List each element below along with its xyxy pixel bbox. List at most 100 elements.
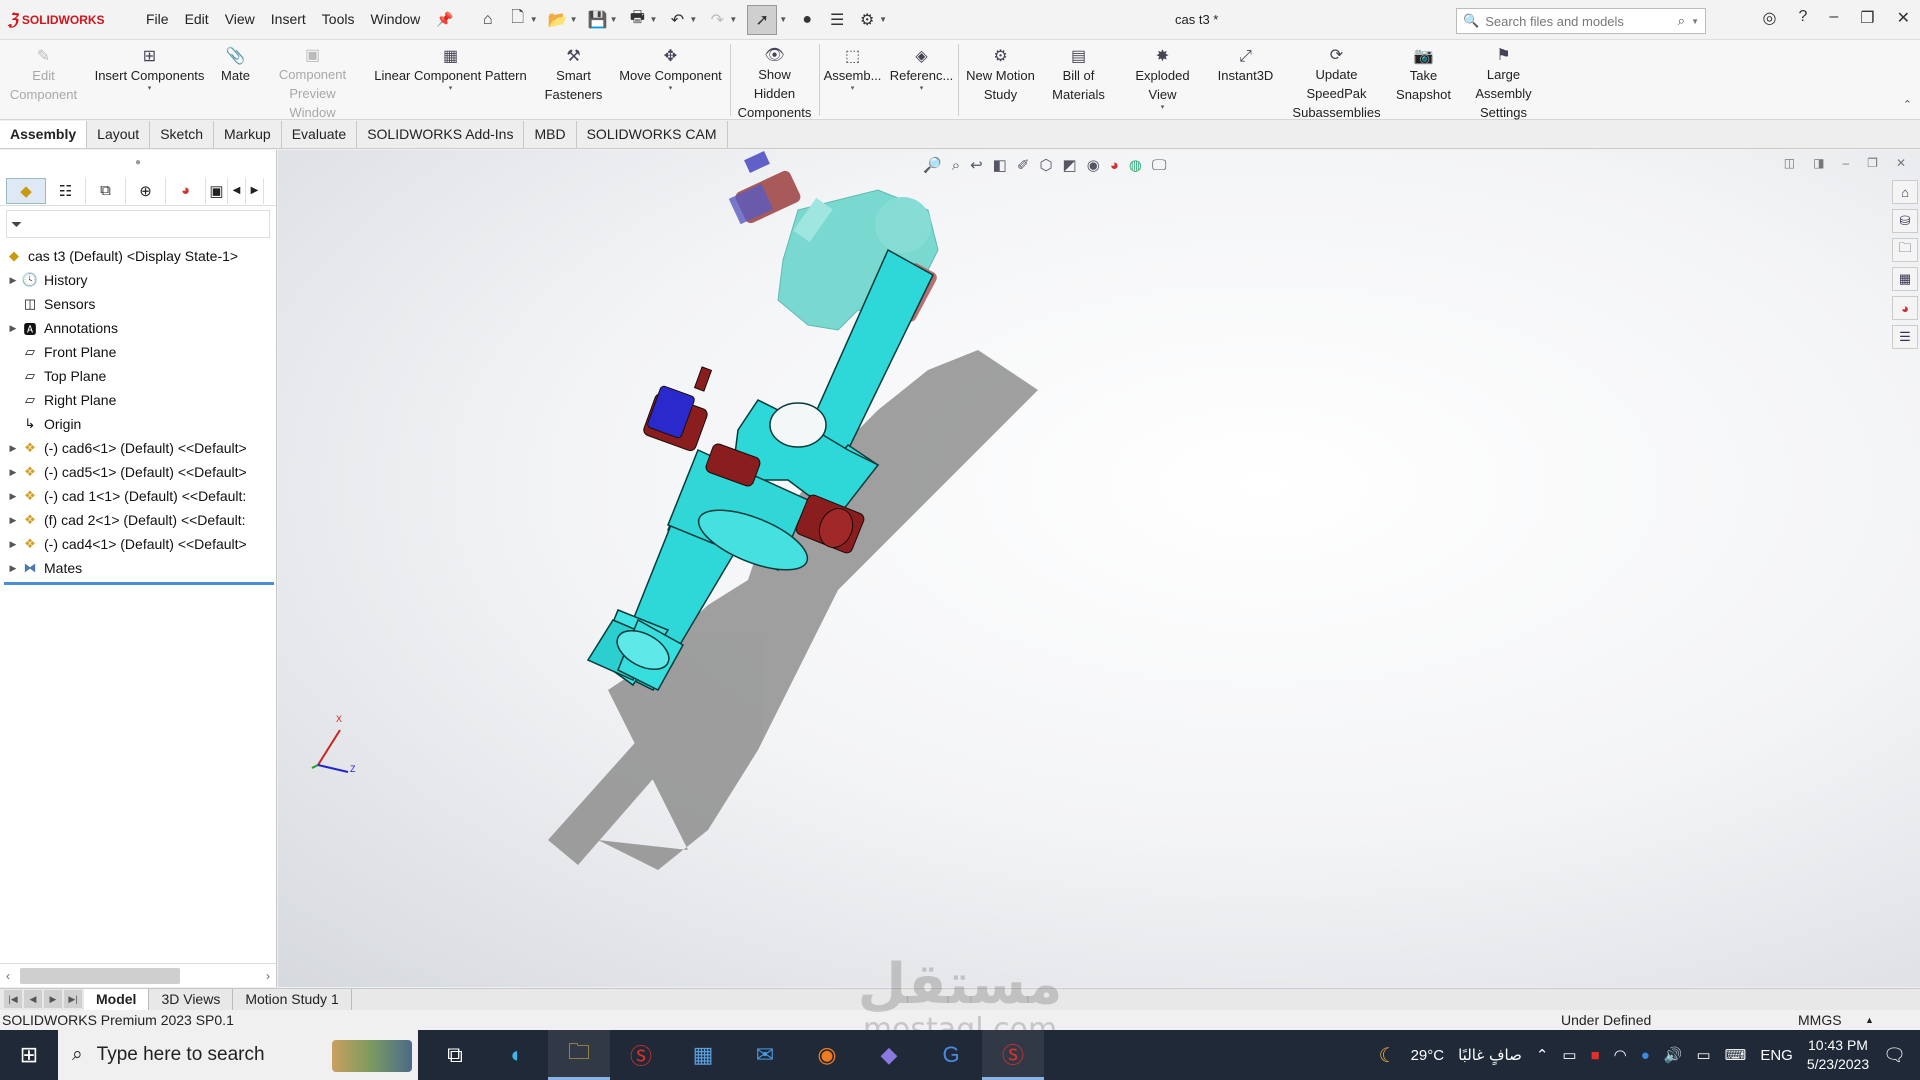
tree-filter[interactable]: ⏷	[6, 210, 270, 238]
google-translate-icon[interactable]: G	[920, 1030, 982, 1080]
ribbon-collapse-icon[interactable]: ⌃	[1903, 98, 1912, 111]
select-dropdown-icon[interactable]: ▼	[779, 15, 787, 24]
tab-model[interactable]: Model	[84, 989, 150, 1010]
tab-layout[interactable]: Layout	[87, 121, 151, 148]
options-dropdown-icon[interactable]: ▼	[879, 15, 887, 24]
assembly-features-button[interactable]: ⬚ Assemb... ▾	[820, 40, 886, 120]
options-gear-icon[interactable]: ⚙	[857, 10, 877, 30]
new-motion-study-button[interactable]: ⚙ New Motion Study	[959, 40, 1043, 120]
keyboard-icon[interactable]: ⌨	[1725, 1046, 1747, 1064]
exploded-view-button[interactable]: ✸ Exploded View ▾	[1115, 40, 1211, 120]
input-language[interactable]: ENG	[1760, 1047, 1793, 1064]
tabs-right-arrow-icon[interactable]: ▶	[246, 177, 264, 204]
tree-node-history[interactable]: ▶ 🕓 History	[0, 268, 276, 292]
expand-arrow-icon[interactable]: ▶	[6, 323, 20, 334]
exploded-view-dropdown-icon[interactable]: ▾	[1161, 104, 1165, 112]
filter-funnel-icon[interactable]: ⏷	[11, 216, 22, 233]
property-manager-tab-icon[interactable]: ☷	[46, 177, 86, 204]
expand-arrow-icon[interactable]: ▶	[6, 443, 20, 454]
move-component-button[interactable]: ✥ Move Component ▾	[612, 40, 730, 120]
weather-condition[interactable]: صافٍ غالبًا	[1458, 1046, 1522, 1064]
menu-window[interactable]: Window	[362, 11, 428, 28]
tree-root-assembly[interactable]: ◆ cas t3 (Default) <Display State-1>	[0, 244, 276, 268]
menu-file[interactable]: File	[138, 11, 177, 28]
tree-node-top-plane[interactable]: ▱ Top Plane	[0, 364, 276, 388]
minimize-icon[interactable]: –	[1829, 8, 1838, 28]
configuration-manager-tab-icon[interactable]: ⧉	[86, 177, 126, 204]
solidworks-tray-icon[interactable]: ■	[1591, 1047, 1600, 1064]
tab-mbd[interactable]: MBD	[524, 121, 577, 148]
tree-horizontal-scrollbar[interactable]: ‹ ›	[0, 963, 276, 987]
select-pointer-icon[interactable]: ➚	[747, 4, 778, 35]
tab-motion-study-1[interactable]: Motion Study 1	[233, 989, 352, 1010]
move-component-dropdown-icon[interactable]: ▾	[669, 85, 673, 93]
solidworks-launcher-icon[interactable]: Ⓢ	[610, 1030, 672, 1080]
scrollbar-thumb[interactable]	[20, 967, 180, 984]
solidworks-2023-taskbar-icon[interactable]: Ⓢ	[982, 1030, 1044, 1080]
linear-component-pattern-button[interactable]: ▦ Linear Component Pattern ▾	[366, 40, 536, 120]
display-manager-tab-icon[interactable]: ◕	[166, 177, 206, 204]
undo-icon[interactable]: ↶	[667, 10, 687, 30]
menu-edit[interactable]: Edit	[177, 11, 217, 28]
open-folder-icon[interactable]: 📂	[548, 10, 568, 30]
expand-arrow-icon[interactable]: ▶	[6, 491, 20, 502]
redo-dropdown-icon[interactable]: ▼	[729, 15, 737, 24]
tree-node-sensors[interactable]: ◫ Sensors	[0, 292, 276, 316]
cam-tab-icon[interactable]: ▣	[206, 177, 228, 204]
reference-geometry-button[interactable]: ◈ Referenc... ▾	[886, 40, 958, 120]
tree-node-cad5[interactable]: ▶ ❖ (-) cad5<1> (Default) <<Default>	[0, 460, 276, 484]
print-icon[interactable]: 🖶	[627, 9, 647, 30]
show-hidden-tray-icon[interactable]: ⌃	[1536, 1046, 1549, 1064]
firefox-icon[interactable]: ◉	[796, 1030, 858, 1080]
prev-tab-icon[interactable]: ◀	[24, 989, 42, 1008]
taskbar-search-box[interactable]: ⌕ Type here to search	[58, 1030, 418, 1080]
expand-arrow-icon[interactable]: ▶	[6, 539, 20, 550]
last-tab-icon[interactable]: ▶|	[64, 989, 82, 1008]
take-snapshot-button[interactable]: 📷 Take Snapshot	[1393, 40, 1455, 120]
save-icon[interactable]: 💾	[588, 10, 608, 30]
tree-node-cad4[interactable]: ▶ ❖ (-) cad4<1> (Default) <<Default>	[0, 532, 276, 556]
onedrive-icon[interactable]: ●	[1641, 1047, 1650, 1064]
scroll-left-icon[interactable]: ‹	[6, 969, 10, 983]
help-icon[interactable]: ?	[1798, 8, 1807, 28]
teams-icon[interactable]: ◆	[858, 1030, 920, 1080]
network-icon[interactable]: ◠	[1614, 1046, 1627, 1064]
battery-icon[interactable]: ▭	[1696, 1046, 1710, 1064]
pin-icon[interactable]: 📌	[428, 11, 461, 28]
solidworks-logo[interactable]: ℨ SOLIDWORKS	[0, 10, 138, 29]
tree-node-mates[interactable]: ▶ ⧓ Mates	[0, 556, 276, 580]
assembly-model-render[interactable]	[278, 150, 1920, 987]
tab-sketch[interactable]: Sketch	[150, 121, 215, 148]
user-account-icon[interactable]: ◎	[1762, 8, 1776, 28]
meet-now-icon[interactable]: ▭	[1562, 1046, 1576, 1064]
unit-system[interactable]: MMGS	[1798, 1010, 1842, 1030]
instant3d-button[interactable]: ⤢ Instant3D	[1211, 40, 1281, 120]
graphics-area[interactable]: 🔎 ⌕ ↩ ◧ ✐ ⬡ ◩ ◉ ◕ ◍ 🖵 ◫ ◨ – ❐ ✕ ⌂ ⛁ 🗀 ▦ …	[278, 150, 1920, 987]
smart-fasteners-button[interactable]: ⚒ Smart Fasteners	[536, 40, 612, 120]
undo-dropdown-icon[interactable]: ▼	[689, 15, 697, 24]
search-icon[interactable]: ⌕	[1678, 13, 1685, 29]
feature-manager-tab-icon[interactable]: ◆	[6, 177, 46, 204]
tab-3d-views[interactable]: 3D Views	[149, 989, 234, 1010]
edit-component-button[interactable]: ✎ Edit Component	[0, 40, 88, 120]
mate-button[interactable]: 📎 Mate	[212, 40, 260, 120]
insert-components-button[interactable]: ⊞ Insert Components ▾	[88, 40, 212, 120]
scroll-right-icon[interactable]: ›	[266, 969, 270, 983]
taskbar-clock[interactable]: 10:43 PM 5/23/2023	[1807, 1036, 1869, 1074]
menu-tools[interactable]: Tools	[314, 11, 363, 28]
dimxpert-tab-icon[interactable]: ⊕	[126, 177, 166, 204]
search-dropdown-icon[interactable]: ▼	[1691, 17, 1699, 26]
pattern-dropdown-icon[interactable]: ▾	[449, 85, 453, 93]
next-tab-icon[interactable]: ▶	[44, 989, 62, 1008]
restore-icon[interactable]: ❐	[1860, 8, 1874, 28]
expand-arrow-icon[interactable]: ▶	[6, 275, 20, 286]
weather-temperature[interactable]: 29°C	[1411, 1047, 1445, 1064]
edge-browser-icon[interactable]: ◐	[486, 1030, 548, 1080]
tab-markup[interactable]: Markup	[214, 121, 282, 148]
print-dropdown-icon[interactable]: ▼	[649, 15, 657, 24]
weather-icon[interactable]: ☾	[1379, 1043, 1397, 1068]
bill-of-materials-button[interactable]: ▤ Bill of Materials	[1043, 40, 1115, 120]
panel-collapse-handle[interactable]: ●	[0, 150, 276, 176]
expand-arrow-icon[interactable]: ▶	[6, 563, 20, 574]
file-explorer-taskbar-icon[interactable]: 🗀	[548, 1030, 610, 1080]
